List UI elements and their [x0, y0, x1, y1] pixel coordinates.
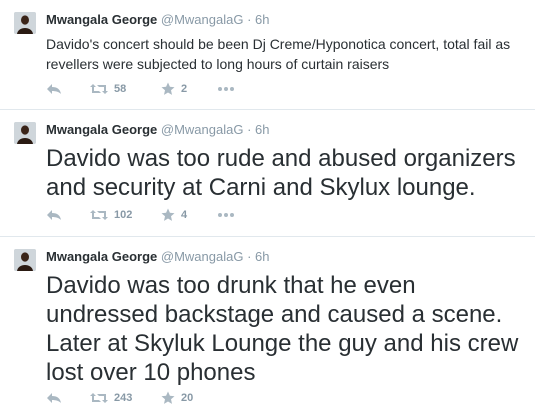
author-handle[interactable]: @MwangalaG [161, 122, 244, 137]
more-icon [218, 87, 234, 91]
retweet-icon [90, 84, 108, 94]
avatar[interactable] [14, 249, 36, 271]
author-handle[interactable]: @MwangalaG [161, 249, 244, 264]
favorite-button[interactable]: 20 [161, 391, 217, 405]
tweet: Mwangala George @MwangalaG · 6h Davido's… [0, 0, 535, 110]
retweet-icon [90, 393, 108, 403]
more-button[interactable] [217, 86, 235, 92]
tweet-header: Mwangala George @MwangalaG · 6h [46, 12, 270, 28]
star-icon [161, 82, 175, 95]
tweet-text: Davido was too rude and abused organizer… [46, 145, 516, 201]
retweet-button[interactable]: 102 [90, 209, 146, 221]
tweet-text: Davido was too drunk that he even undres… [46, 272, 519, 386]
more-icon [218, 213, 234, 217]
avatar[interactable] [14, 12, 36, 34]
separator: · [247, 249, 252, 264]
favorite-count: 20 [181, 392, 194, 404]
separator: · [247, 122, 252, 137]
reply-icon [47, 393, 61, 403]
favorite-button[interactable]: 2 [161, 82, 217, 96]
star-icon [161, 208, 175, 221]
tweet-actions: 58 2 [46, 80, 235, 98]
retweet-button[interactable]: 243 [90, 392, 146, 404]
author-name[interactable]: Mwangala George [46, 249, 157, 264]
retweet-count: 243 [114, 392, 133, 404]
retweet-count: 58 [114, 83, 127, 95]
star-icon [161, 391, 175, 404]
separator: · [247, 12, 252, 27]
tweet: Mwangala George @MwangalaG · 6h Davido w… [0, 237, 535, 420]
author-handle[interactable]: @MwangalaG [161, 12, 244, 27]
retweet-icon [90, 210, 108, 220]
reply-icon [47, 210, 61, 220]
timestamp[interactable]: 6h [255, 122, 269, 137]
timestamp[interactable]: 6h [255, 12, 269, 27]
tweet-header: Mwangala George @MwangalaG · 6h [46, 122, 270, 138]
favorite-count: 2 [181, 83, 188, 95]
reply-button[interactable] [46, 392, 70, 404]
tweet: Mwangala George @MwangalaG · 6h Davido w… [0, 110, 535, 237]
author-name[interactable]: Mwangala George [46, 12, 157, 27]
retweet-button[interactable]: 58 [90, 83, 146, 95]
reply-button[interactable] [46, 209, 70, 221]
timestamp[interactable]: 6h [255, 249, 269, 264]
reply-button[interactable] [46, 83, 70, 95]
favorite-count: 4 [181, 209, 188, 221]
tweet-header: Mwangala George @MwangalaG · 6h [46, 249, 270, 265]
tweet-feed: Mwangala George @MwangalaG · 6h Davido's… [0, 0, 535, 420]
more-button[interactable] [217, 212, 235, 218]
retweet-count: 102 [114, 209, 133, 221]
avatar[interactable] [14, 122, 36, 144]
tweet-actions: 102 4 [46, 206, 235, 224]
favorite-button[interactable]: 4 [161, 208, 217, 222]
tweet-actions: 243 20 [46, 389, 217, 407]
author-name[interactable]: Mwangala George [46, 122, 157, 137]
reply-icon [47, 84, 61, 94]
tweet-text: Davido's concert should be been Dj Creme… [46, 36, 511, 72]
